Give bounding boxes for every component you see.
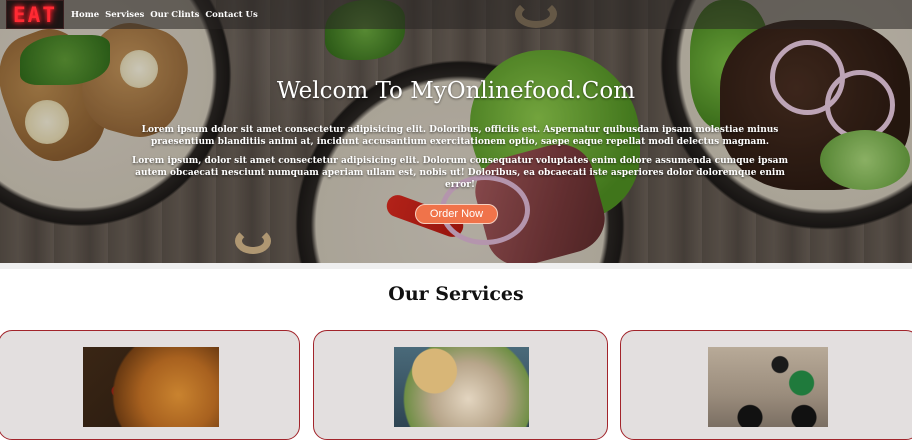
pizza-photo xyxy=(83,347,219,427)
service-card-delivery[interactable] xyxy=(620,330,912,440)
nav-link-our-clients[interactable]: Our Clints xyxy=(150,10,199,20)
service-card-salad[interactable] xyxy=(313,330,608,440)
hero-paragraph-1: Lorem ipsum dolor sit amet consectetur a… xyxy=(141,125,779,147)
hero-section: EAT Home Servises Our Clints Contact Us … xyxy=(0,0,912,263)
nav-link-contact-us[interactable]: Contact Us xyxy=(205,10,257,20)
order-now-button[interactable]: Order Now xyxy=(415,204,498,224)
delivery-scooter-photo xyxy=(708,347,828,427)
hero-title: Welcom To MyOnlinefood.Com xyxy=(276,78,636,104)
eat-logo[interactable]: EAT xyxy=(6,0,64,29)
navbar: EAT Home Servises Our Clints Contact Us xyxy=(0,0,912,29)
salad-image xyxy=(394,347,529,427)
services-title: Our Services xyxy=(388,283,524,305)
salad-photo xyxy=(394,347,529,427)
section-divider xyxy=(0,263,912,269)
pizza-image xyxy=(83,347,219,427)
nav-links: Home Servises Our Clints Contact Us xyxy=(71,10,258,20)
delivery-image xyxy=(708,347,828,427)
service-card-pizza[interactable] xyxy=(0,330,300,440)
hero-paragraph-2: Lorem ipsum, dolor sit amet consectetur … xyxy=(131,156,789,190)
nav-link-services[interactable]: Servises xyxy=(105,10,144,20)
nav-link-home[interactable]: Home xyxy=(71,10,99,20)
